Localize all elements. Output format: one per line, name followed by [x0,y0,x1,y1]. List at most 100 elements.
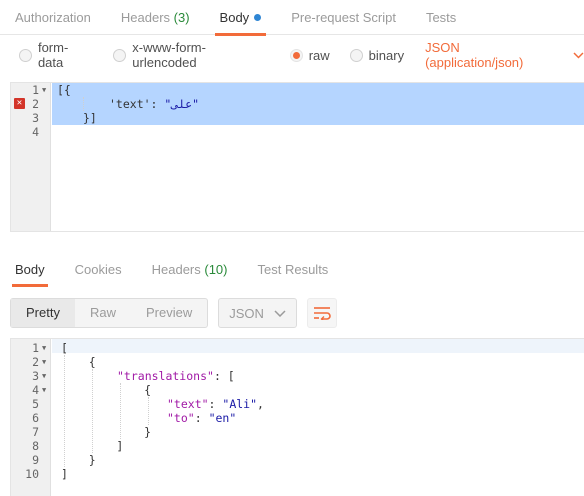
chevron-down-icon [573,51,584,59]
tab-label: Body [15,262,45,277]
radio-binary[interactable]: binary [349,47,405,63]
indent-guide [120,383,121,439]
line-number: 1 [32,341,39,355]
request-body-editor[interactable]: 1 ▼ [{ ✕ 2 'text': "علی" 3 }] 4 [10,82,584,232]
line-number: 4 [32,125,39,139]
radio-circle-icon [113,48,127,62]
tab-cookies[interactable]: Cookies [60,255,137,285]
line-number: 7 [32,425,39,439]
code-line: 1 ▼ [ [11,341,584,355]
json-key: "text" [167,397,209,411]
line-number: 9 [32,453,39,467]
radio-circle-icon [349,48,363,62]
body-type-row: form-data x-www-form-urlencoded raw bina… [0,40,584,70]
radio-raw[interactable]: raw [289,47,330,63]
line-number: 2 [32,97,39,111]
json-key: "to" [167,411,195,425]
tab-authorization[interactable]: Authorization [0,0,106,35]
tab-tests[interactable]: Tests [411,0,471,35]
radio-label: raw [308,47,330,63]
json-value: "en" [208,411,237,425]
code-text: [ [61,341,68,355]
code-text: { [61,355,96,369]
code-text: 'text': "علی" [109,97,199,111]
wrap-lines-button[interactable] [306,298,337,328]
json-separator: : [150,97,165,111]
chevron-down-icon [274,309,286,317]
code-text: "translations": [ [117,369,235,383]
response-tabs: Body Cookies Headers (10) Test Results [0,255,584,287]
tab-response-body[interactable]: Body [0,255,60,287]
code-text: }] [83,111,97,125]
response-body-viewer[interactable]: 1 ▼ [ 2 ▼ { 3 ▼ "translations": [ 4 ▼ { … [10,338,584,496]
line-number: 2 [32,355,39,369]
fold-arrow-icon[interactable]: ▼ [42,83,46,97]
radio-x-www-form-urlencoded[interactable]: x-www-form-urlencoded [113,40,269,70]
modified-dot-icon [254,14,262,21]
code-line: 3 }] [11,111,584,125]
json-value: "علی" [164,97,200,111]
radio-circle-icon [19,48,32,62]
code-line: 3 ▼ "translations": [ [11,369,584,383]
json-punctuation: , [257,397,264,411]
radio-label: x-www-form-urlencoded [132,40,206,70]
code-line: 1 ▼ [{ [11,83,584,97]
code-line: 9 } [11,453,584,467]
code-line: 6 "to": "en" [11,411,584,425]
code-text: [{ [57,83,71,97]
code-line: 5 "text": "Ali", [11,397,584,411]
code-line: 4 ▼ { [11,383,584,397]
radio-selected-icon [289,48,303,62]
code-line: ✕ 2 'text': "علی" [11,97,584,111]
content-type-label: JSON (application/json) [425,40,524,70]
tab-label: Body [219,10,250,25]
line-number: 6 [32,411,39,425]
fold-arrow-icon[interactable]: ▼ [42,369,46,383]
radio-form-data[interactable]: form-data [19,40,93,70]
json-value: "Ali" [222,397,258,411]
fold-arrow-icon[interactable]: ▼ [42,355,46,369]
request-tabs: Authorization Headers (3) Body Pre-reque… [0,0,584,36]
tab-label: Headers [120,10,171,25]
tab-pre-request-script[interactable]: Pre-request Script [276,0,411,35]
code-line: 2 ▼ { [11,355,584,369]
pretty-button[interactable]: Pretty [11,299,75,327]
radio-label: binary [368,47,405,63]
code-text: { [61,383,152,397]
code-line: 4 [11,125,584,139]
indent-guide [64,355,65,467]
response-toolbar: Pretty Raw Preview JSON [10,297,337,329]
code-text: } [61,425,152,439]
tab-body[interactable]: Body [205,0,277,36]
headers-count-badge: (3) [173,10,190,25]
tab-label: Tests [425,10,457,25]
code-text: "to": "en" [167,411,237,425]
json-key: 'text' [109,97,151,111]
indent-guide [148,397,149,425]
tab-label: Pre-request Script [291,10,396,25]
tab-label: Cookies [74,262,122,277]
tab-headers[interactable]: Headers (3) [106,0,205,35]
line-number: 10 [25,467,39,481]
line-number: 3 [32,369,39,383]
tab-label: Authorization [15,10,91,25]
format-label: JSON [229,305,264,321]
content-type-dropdown[interactable]: JSON (application/json) [425,40,584,70]
line-number: 1 [32,83,39,97]
code-text: "text": "Ali", [167,397,264,411]
fold-arrow-icon[interactable]: ▼ [42,383,46,397]
view-mode-group: Pretty Raw Preview [10,298,209,328]
tab-response-headers[interactable]: Headers (10) [137,255,243,285]
code-line: 8 ] [11,439,584,453]
code-line: 10 ] [11,467,584,481]
line-number: 8 [32,439,39,453]
fold-arrow-icon[interactable]: ▼ [42,341,46,355]
tab-test-results[interactable]: Test Results [243,255,344,285]
json-punctuation: : [ [213,369,235,383]
raw-button[interactable]: Raw [75,299,131,327]
format-select[interactable]: JSON [218,298,297,328]
line-number: 3 [32,111,39,125]
tab-label: Test Results [257,262,329,277]
code-text: } [61,453,96,467]
preview-button[interactable]: Preview [131,299,207,327]
